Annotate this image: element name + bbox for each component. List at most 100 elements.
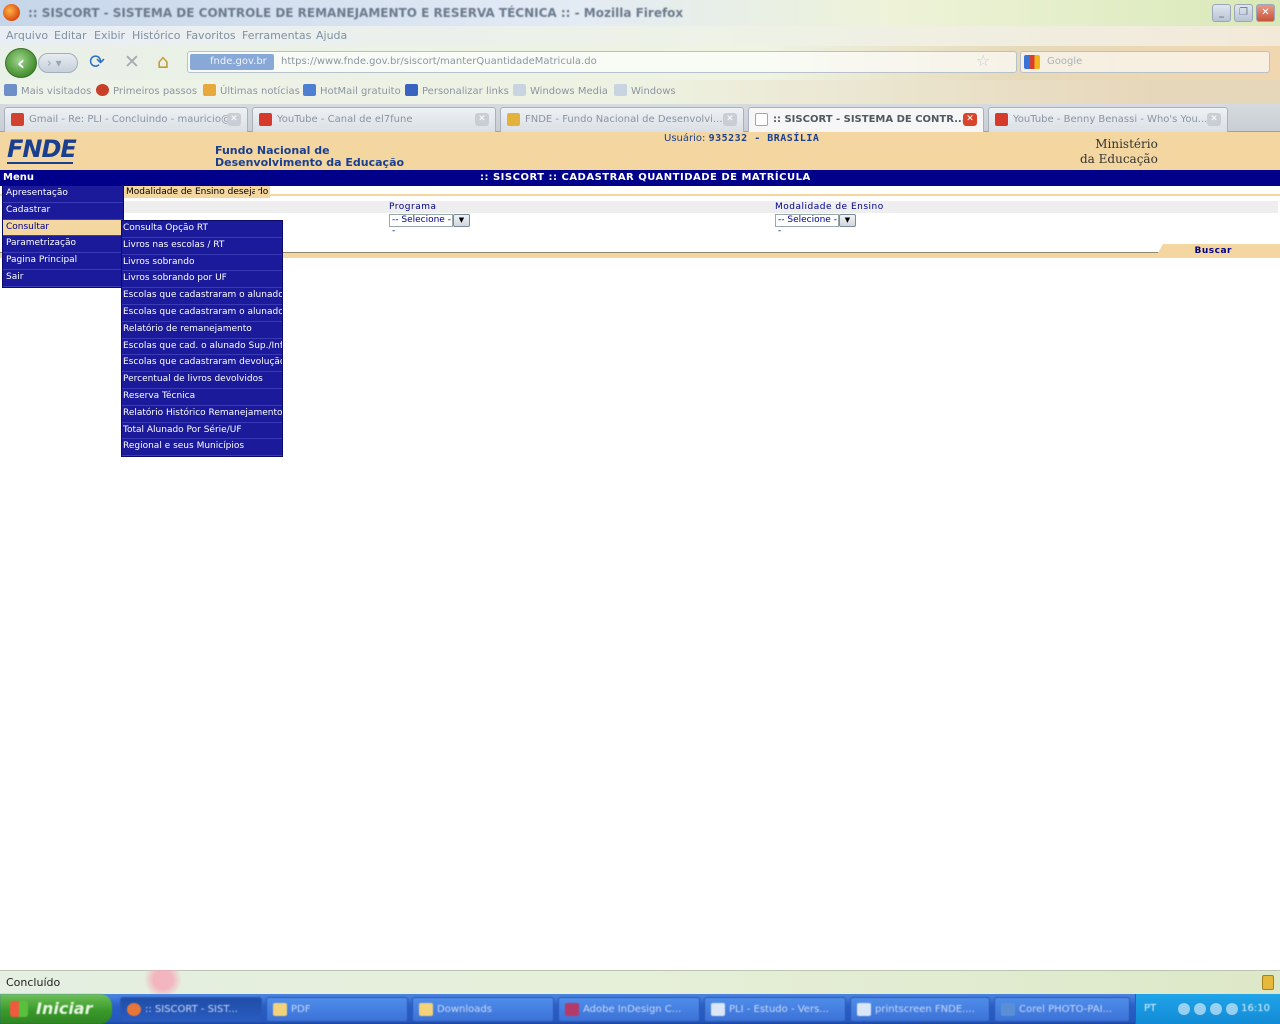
taskbar-item[interactable]: :: SISCORT - SIST... — [120, 997, 262, 1022]
close-tab-icon[interactable]: ✕ — [227, 113, 241, 126]
submenu-item[interactable]: Escolas que cad. o alunado Sup./Inf. — [122, 339, 282, 356]
status-text: Concluído — [6, 976, 61, 989]
bookmark-item[interactable]: Windows Media — [513, 80, 608, 104]
close-tab-icon[interactable]: ✕ — [723, 113, 737, 126]
home-icon[interactable]: ⌂ — [157, 52, 169, 72]
bookmark-item[interactable]: HotMail gratuito — [303, 80, 401, 104]
bookmark-star-icon[interactable]: ☆ — [976, 52, 990, 70]
submenu-item[interactable]: Relatório de remanejamento — [122, 322, 282, 339]
submenu-item[interactable]: Livros sobrando — [122, 255, 282, 272]
fnde-logo[interactable]: FNDE — [7, 135, 77, 163]
taskbar-item[interactable]: Downloads — [412, 997, 554, 1022]
menu-item-pagina-principal[interactable]: Pagina Principal — [3, 253, 123, 270]
page-title: :: SISCORT :: CADASTRAR QUANTIDADE DE MA… — [480, 172, 811, 183]
submenu-item[interactable]: Livros sobrando por UF — [122, 271, 282, 289]
logo-underline — [7, 162, 73, 164]
firefox-icon — [127, 1003, 141, 1016]
firefox-icon — [3, 4, 20, 21]
window-title: :: SISCORT - SISTEMA DE CONTROLE DE REMA… — [28, 6, 684, 20]
submenu-item[interactable]: Escolas que cadastraram devolução — [122, 355, 282, 373]
menu-ferramentas[interactable]: Ferramentas — [242, 26, 311, 46]
taskbar-item[interactable]: Adobe InDesign C... — [558, 997, 700, 1022]
close-tab-icon[interactable]: ✕ — [963, 113, 977, 126]
corel-icon — [1001, 1003, 1015, 1016]
reload-icon[interactable]: ⟳ — [89, 52, 105, 72]
document-icon — [711, 1003, 725, 1016]
menu-item-sair[interactable]: Sair — [3, 270, 123, 287]
url-text[interactable]: https://www.fnde.gov.br/siscort/manterQu… — [281, 54, 597, 70]
menu-editar[interactable]: Editar — [54, 26, 87, 46]
stop-icon[interactable]: ✕ — [124, 52, 140, 72]
menu-item-consultar[interactable]: Consultar — [3, 219, 123, 237]
start-button[interactable]: Iniciar — [0, 994, 112, 1024]
close-window-button[interactable]: ✕ — [1256, 4, 1275, 22]
submenu-item[interactable]: Escolas que cadastraram o alunado / UF — [122, 288, 282, 305]
submenu-item[interactable]: Regional e seus Municípios — [122, 439, 282, 457]
tab-corner — [255, 186, 264, 198]
tray-app-icon[interactable] — [1226, 1003, 1238, 1015]
menu-exibir[interactable]: Exibir — [94, 26, 125, 46]
submenu-item[interactable]: Escolas que cadastraram o alunado — [122, 305, 282, 322]
submenu-item[interactable]: Livros nas escolas / RT — [122, 238, 282, 255]
taskbar-item[interactable]: printscreen FNDE.... — [850, 997, 990, 1022]
maximize-button[interactable]: ❐ — [1234, 4, 1253, 22]
bookmark-item[interactable]: Primeiros passos — [96, 80, 197, 104]
menu-item-apresentacao[interactable]: Apresentação — [3, 186, 123, 203]
minimize-button[interactable]: _ — [1212, 4, 1231, 22]
modalidade-label: Modalidade de Ensino — [775, 202, 884, 212]
site-identity-button[interactable]: fnde.gov.br — [190, 54, 274, 70]
menu-button[interactable]: Menu — [0, 170, 50, 186]
tab-siscort[interactable]: :: SISCORT - SISTEMA DE CONTR... ✕ — [748, 107, 984, 133]
submenu-item[interactable]: Consulta Opção RT — [122, 221, 282, 238]
volume-icon[interactable] — [1194, 1003, 1206, 1015]
bookmark-item[interactable]: Últimas notícias — [203, 80, 300, 104]
tab-youtube[interactable]: YouTube - Canal de el7fune ✕ — [252, 107, 496, 132]
menu-item-parametrizacao[interactable]: Parametrização — [3, 236, 123, 254]
menu-arquivo[interactable]: Arquivo — [6, 26, 48, 46]
chevron-down-icon[interactable]: ▼ — [453, 214, 470, 227]
modalidade-select[interactable]: -- Selecione -- ▼ — [775, 214, 856, 236]
menu-item-cadastrar[interactable]: Cadastrar — [3, 203, 123, 220]
page-favicon — [755, 113, 768, 126]
programa-select[interactable]: -- Selecione -- ▼ — [389, 214, 470, 236]
submenu-item[interactable]: Total Alunado Por Série/UF — [122, 423, 282, 440]
tab-youtube-2[interactable]: YouTube - Benny Benassi - Who's You... ✕ — [988, 107, 1228, 132]
close-tab-icon[interactable]: ✕ — [475, 113, 489, 126]
msn-icon — [303, 84, 316, 96]
tab-gmail[interactable]: Gmail - Re: PLI - Concluindo - mauricio@… — [4, 107, 248, 132]
search-input[interactable]: Google — [1020, 51, 1270, 73]
windows-taskbar: Iniciar :: SISCORT - SIST... PDF Downloa… — [0, 994, 1280, 1024]
lock-icon[interactable] — [1262, 975, 1274, 990]
submenu-item[interactable]: Relatório Histórico Remanejamento — [122, 406, 282, 423]
menu-historico[interactable]: Histórico — [132, 26, 180, 46]
menu-ajuda[interactable]: Ajuda — [316, 26, 347, 46]
tab-fnde[interactable]: FNDE - Fundo Nacional de Desenvolvi... ✕ — [500, 107, 744, 132]
taskbar-item[interactable]: PDF — [266, 997, 408, 1022]
back-button[interactable]: ‹ — [5, 48, 37, 78]
form-tab-label: Modalidade de Ensino desejado — [124, 186, 271, 198]
clock[interactable]: 16:10 — [1241, 994, 1270, 1024]
ministry-name: Ministério da Educação — [1080, 137, 1158, 166]
submenu-item[interactable]: Percentual de livros devolvidos — [122, 372, 282, 389]
tray-app-icon[interactable] — [1210, 1003, 1222, 1015]
bookmark-item[interactable]: Windows — [614, 80, 676, 104]
language-indicator[interactable]: PT — [1144, 994, 1156, 1024]
search-engine-icon[interactable] — [1024, 55, 1040, 69]
bookmarks-toolbar: Mais visitados Primeiros passos Últimas … — [0, 80, 1280, 104]
submenu-item[interactable]: Reserva Técnica — [122, 389, 282, 406]
bookmark-item[interactable]: Mais visitados — [4, 80, 91, 104]
taskbar-item[interactable]: Corel PHOTO-PAI... — [994, 997, 1130, 1022]
taskbar-item[interactable]: PLI - Estudo - Vers... — [704, 997, 846, 1022]
consultar-submenu: Consulta Opção RT Livros nas escolas / R… — [121, 220, 283, 458]
youtube-icon — [995, 113, 1008, 126]
chevron-down-icon[interactable]: ▼ — [839, 214, 856, 227]
network-icon[interactable] — [1178, 1003, 1190, 1015]
document-icon — [857, 1003, 871, 1016]
folder-icon — [273, 1003, 287, 1016]
forward-button[interactable]: › ▾ — [38, 53, 78, 73]
search-button[interactable]: Buscar — [1155, 244, 1280, 258]
close-tab-icon[interactable]: ✕ — [1207, 113, 1221, 126]
menu-favoritos[interactable]: Favoritos — [186, 26, 236, 46]
bookmark-item[interactable]: Personalizar links — [405, 80, 509, 104]
firefox-bookmark-icon — [96, 84, 109, 96]
